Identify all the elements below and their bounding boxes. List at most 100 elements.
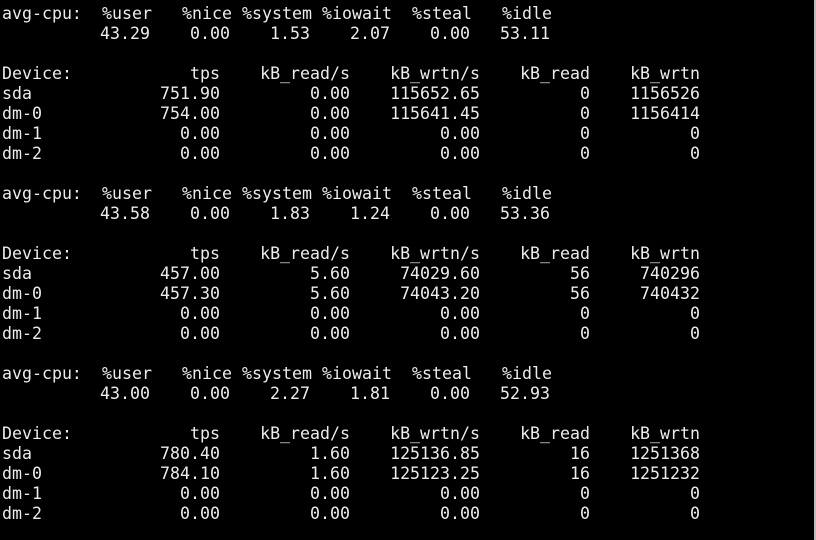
cpu-header-row: avg-cpu: %user %nice %system %iowait %st…: [2, 364, 814, 384]
device-kb-wrtn: 1156526: [630, 84, 700, 103]
device-kb-wrtn-s: 125136.85: [390, 444, 480, 463]
device-kb-read: 0: [580, 104, 590, 123]
device-kb-read: 0: [580, 324, 590, 343]
device-name: dm-1: [2, 484, 42, 503]
device-row: dm-0 754.00 0.00 115641.45 0 1156414: [2, 104, 814, 124]
cpu-header-nice: %nice: [182, 4, 232, 23]
device-kb-wrtn-s: 0.00: [440, 304, 480, 323]
cpu-value-iowait: 1.24: [350, 204, 390, 223]
cpu-value-idle: 53.36: [500, 204, 550, 223]
cpu-value-user: 43.00: [100, 384, 150, 403]
device-header-row: Device: tps kB_read/s kB_wrtn/s kB_read …: [2, 244, 814, 264]
cpu-value-iowait: 2.07: [350, 24, 390, 43]
device-tps: 780.40: [160, 444, 220, 463]
cpu-header-user: %user: [102, 184, 152, 203]
terminal-window[interactable]: avg-cpu: %user %nice %system %iowait %st…: [0, 0, 816, 540]
device-kb-wrtn-s: 0.00: [440, 504, 480, 523]
device-header-kb-wrtn: kB_wrtn: [630, 244, 700, 263]
device-header-row: Device: tps kB_read/s kB_wrtn/s kB_read …: [2, 424, 814, 444]
device-tps: 754.00: [160, 104, 220, 123]
device-name: dm-0: [2, 284, 42, 303]
device-kb-read: 56: [570, 264, 590, 283]
device-kb-wrtn: 0: [690, 144, 700, 163]
cpu-label: avg-cpu:: [2, 184, 82, 203]
device-kb-wrtn-s: 115652.65: [390, 84, 480, 103]
device-kb-wrtn: 0: [690, 504, 700, 523]
cpu-header-user: %user: [102, 4, 152, 23]
device-kb-wrtn-s: 0.00: [440, 484, 480, 503]
cpu-value-nice: 0.00: [190, 384, 230, 403]
device-kb-wrtn: 0: [690, 304, 700, 323]
cpu-header-system: %system: [242, 184, 312, 203]
device-row: dm-2 0.00 0.00 0.00 0 0: [2, 144, 814, 164]
device-kb-read: 16: [570, 444, 590, 463]
device-name: dm-2: [2, 324, 42, 343]
device-kb-read-s: 5.60: [310, 264, 350, 283]
device-name: dm-2: [2, 144, 42, 163]
device-kb-wrtn-s: 74029.60: [400, 264, 480, 283]
device-kb-read-s: 0.00: [310, 484, 350, 503]
device-tps: 0.00: [180, 124, 220, 143]
device-name: dm-0: [2, 104, 42, 123]
cpu-value-iowait: 1.81: [350, 384, 390, 403]
device-name: dm-0: [2, 464, 42, 483]
device-kb-read-s: 0.00: [310, 144, 350, 163]
cpu-header-iowait: %iowait: [322, 364, 392, 383]
device-kb-read: 0: [580, 84, 590, 103]
cpu-header-nice: %nice: [182, 184, 232, 203]
device-header-tps: tps: [190, 64, 220, 83]
device-kb-read-s: 1.60: [310, 464, 350, 483]
device-kb-wrtn: 0: [690, 324, 700, 343]
cpu-header-iowait: %iowait: [322, 4, 392, 23]
device-kb-read-s: 0.00: [310, 84, 350, 103]
device-row: sda 780.40 1.60 125136.85 16 1251368: [2, 444, 814, 464]
device-kb-wrtn-s: 0.00: [440, 144, 480, 163]
cpu-header-steal: %steal: [412, 364, 472, 383]
cpu-header-row: avg-cpu: %user %nice %system %iowait %st…: [2, 184, 814, 204]
device-kb-read-s: 0.00: [310, 304, 350, 323]
device-header-kb-read: kB_read: [520, 244, 590, 263]
device-header-kb-read: kB_read: [520, 64, 590, 83]
device-kb-wrtn-s: 0.00: [440, 124, 480, 143]
device-kb-wrtn-s: 125123.25: [390, 464, 480, 483]
device-kb-read-s: 0.00: [310, 504, 350, 523]
cpu-value-idle: 52.93: [500, 384, 550, 403]
device-kb-read: 0: [580, 124, 590, 143]
device-header-name: Device:: [2, 424, 72, 443]
cpu-header-steal: %steal: [412, 4, 472, 23]
device-header-name: Device:: [2, 244, 72, 263]
cpu-values-row: 43.29 0.00 1.53 2.07 0.00 53.11: [2, 24, 814, 44]
cpu-value-system: 1.83: [270, 204, 310, 223]
device-name: sda: [2, 84, 32, 103]
device-name: dm-1: [2, 304, 42, 323]
device-header-kb-wrtn-s: kB_wrtn/s: [390, 244, 480, 263]
cpu-value-steal: 0.00: [430, 384, 470, 403]
device-kb-read: 0: [580, 304, 590, 323]
cpu-value-system: 1.53: [270, 24, 310, 43]
cpu-values-row: 43.00 0.00 2.27 1.81 0.00 52.93: [2, 384, 814, 404]
cpu-header-nice: %nice: [182, 364, 232, 383]
cpu-header-user: %user: [102, 364, 152, 383]
device-tps: 0.00: [180, 324, 220, 343]
cpu-value-system: 2.27: [270, 384, 310, 403]
cpu-value-steal: 0.00: [430, 24, 470, 43]
device-kb-wrtn-s: 115641.45: [390, 104, 480, 123]
device-row: dm-1 0.00 0.00 0.00 0 0: [2, 484, 814, 504]
device-kb-read: 0: [580, 484, 590, 503]
device-header-kb-wrtn: kB_wrtn: [630, 424, 700, 443]
cpu-value-steal: 0.00: [430, 204, 470, 223]
cpu-label: avg-cpu:: [2, 4, 82, 23]
device-kb-wrtn: 1251232: [630, 464, 700, 483]
device-header-kb-read-s: kB_read/s: [260, 244, 350, 263]
cpu-header-system: %system: [242, 4, 312, 23]
device-header-name: Device:: [2, 64, 72, 83]
device-header-kb-wrtn-s: kB_wrtn/s: [390, 424, 480, 443]
device-kb-read-s: 5.60: [310, 284, 350, 303]
device-kb-read: 0: [580, 504, 590, 523]
cpu-header-system: %system: [242, 364, 312, 383]
